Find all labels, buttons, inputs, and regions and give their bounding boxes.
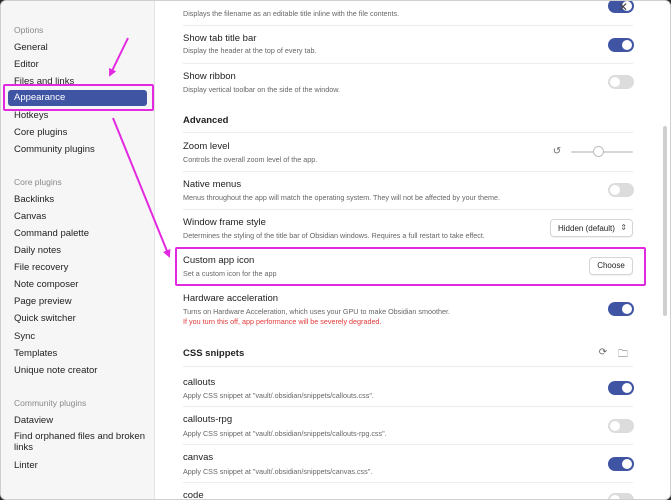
annotation-arrows: [109, 37, 171, 258]
settings-window: Options General Editor Files and links A…: [0, 0, 671, 500]
annotation-arrow-to-appearance: [109, 37, 129, 77]
annotation-arrow-to-app-icon: [112, 117, 171, 258]
